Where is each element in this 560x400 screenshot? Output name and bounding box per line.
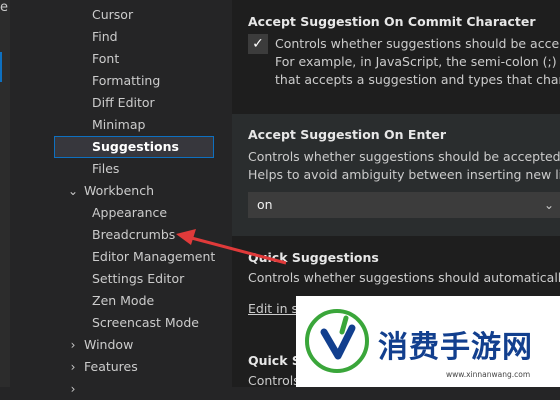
tree-item-settings-editor[interactable]: Settings Editor (10, 268, 232, 290)
tree-item-formatting[interactable]: Formatting (10, 70, 232, 92)
setting-desc-commit-2: For example, in JavaScript, the semi-col… (275, 54, 560, 69)
setting-desc-quick-2: Controls (248, 373, 300, 387)
tree-item-screencast-mode[interactable]: Screencast Mode (10, 312, 232, 334)
setting-desc-commit-3: that accepts a suggestion and types that… (275, 72, 560, 87)
activity-active-indicator (0, 52, 2, 82)
tree-group-partial[interactable]: › (10, 378, 232, 400)
tree-group-features[interactable]: › Features (10, 356, 232, 378)
activity-bar-glyph: e (0, 0, 8, 15)
tree-item-diff-editor[interactable]: Diff Editor (10, 92, 232, 114)
checkmark-icon[interactable]: ✓ (248, 34, 268, 54)
tree-item-appearance[interactable]: Appearance (10, 202, 232, 224)
chevron-right-icon: › (70, 338, 76, 352)
watermark-url: www.xinnanwang.com (446, 370, 531, 379)
settings-tree: Cursor Find Font Formatting Diff Editor … (10, 0, 232, 396)
tree-item-suggestions[interactable]: Suggestions (10, 136, 232, 158)
tree-item-font[interactable]: Font (10, 48, 232, 70)
chevron-right-icon: › (70, 360, 76, 374)
setting-desc-enter-1: Controls whether suggestions should be a… (248, 149, 560, 164)
setting-title-on-enter: Accept Suggestion On Enter (248, 127, 446, 142)
tree-item-files[interactable]: Files (10, 158, 232, 180)
tree-item-minimap[interactable]: Minimap (10, 114, 232, 136)
tree-item-breadcrumbs[interactable]: Breadcrumbs (10, 224, 232, 246)
chevron-down-icon: ⌄ (543, 198, 554, 212)
tree-item-zen-mode[interactable]: Zen Mode (10, 290, 232, 312)
setting-title-commit-character: Accept Suggestion On Commit Character (248, 14, 536, 29)
setting-title-quick-suggestions: Quick Suggestions (248, 250, 379, 265)
tree-group-workbench[interactable]: ⌄ Workbench (10, 180, 232, 202)
tree-group-window[interactable]: › Window (10, 334, 232, 356)
tree-item-editor-management[interactable]: Editor Management (10, 246, 232, 268)
tree-item-cursor[interactable]: Cursor (10, 4, 232, 26)
setting-desc-enter-2: Helps to avoid ambiguity between inserti… (248, 167, 560, 182)
watermark-brand: 消费手游网 (378, 330, 533, 365)
setting-desc-quick: Controls whether suggestions should auto… (248, 270, 560, 285)
activity-bar: e (0, 0, 10, 387)
watermark: 消费手游网 www.xinnanwang.com (296, 296, 560, 387)
watermark-logo-icon (305, 309, 369, 373)
setting-desc-commit-1: Controls whether suggestions should be a… (275, 36, 560, 51)
select-value: on (257, 197, 273, 212)
accept-on-enter-select[interactable]: on ⌄ (248, 192, 560, 218)
tree-item-find[interactable]: Find (10, 26, 232, 48)
chevron-down-icon: ⌄ (67, 184, 79, 198)
chevron-right-icon: › (70, 382, 76, 396)
